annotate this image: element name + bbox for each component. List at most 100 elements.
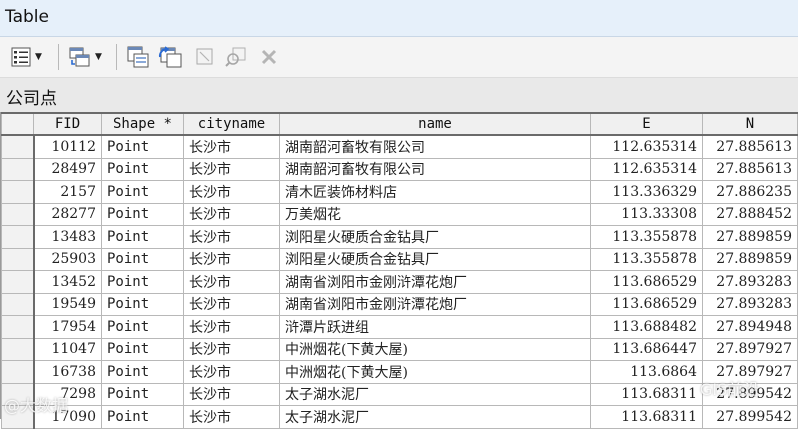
cell-cityname[interactable]: 长沙市 bbox=[183, 134, 280, 159]
cell-e[interactable]: 113.688482 bbox=[590, 315, 703, 339]
cell-shape[interactable]: Point bbox=[101, 134, 184, 159]
cell-e[interactable]: 113.6864 bbox=[590, 360, 703, 384]
cell-e[interactable]: 113.355878 bbox=[590, 225, 703, 249]
cell-n[interactable]: 27.893283 bbox=[702, 270, 798, 294]
table-row[interactable]: 19549 Point 长沙市 湖南省浏阳市金刚浒潭花炮厂 113.686529… bbox=[1, 292, 798, 316]
cell-cityname[interactable]: 长沙市 bbox=[183, 292, 280, 316]
cell-name[interactable]: 中洲烟花(下黄大屋) bbox=[279, 360, 591, 384]
cell-n[interactable]: 27.885613 bbox=[702, 134, 798, 159]
row-selector[interactable] bbox=[1, 202, 35, 226]
column-header-n[interactable]: N bbox=[702, 112, 798, 136]
cell-fid[interactable]: 19549 bbox=[33, 292, 102, 316]
cell-shape[interactable]: Point bbox=[101, 157, 184, 181]
table-options-button[interactable]: ▼ bbox=[10, 43, 42, 71]
select-by-attributes-button[interactable] bbox=[126, 43, 150, 71]
cell-shape[interactable]: Point bbox=[101, 292, 184, 316]
table-row[interactable]: 16738 Point 长沙市 中洲烟花(下黄大屋) 113.6864 27.8… bbox=[1, 360, 798, 384]
table-row[interactable]: 13483 Point 长沙市 浏阳星火硬质合金钻具厂 113.355878 2… bbox=[1, 225, 798, 249]
row-selector[interactable] bbox=[1, 157, 35, 181]
cell-name[interactable]: 太子湖水泥厂 bbox=[279, 382, 591, 406]
column-header-fid[interactable]: FID bbox=[33, 112, 102, 136]
cell-n[interactable]: 27.889859 bbox=[702, 247, 798, 271]
column-header-e[interactable]: E bbox=[590, 112, 703, 136]
cell-e[interactable]: 113.686447 bbox=[590, 337, 703, 361]
cell-shape[interactable]: Point bbox=[101, 225, 184, 249]
cell-n[interactable]: 27.897927 bbox=[702, 337, 798, 361]
table-row[interactable]: 11047 Point 长沙市 中洲烟花(下黄大屋) 113.686447 27… bbox=[1, 337, 798, 361]
table-row[interactable]: 28497 Point 长沙市 湖南韶河畜牧有限公司 112.635314 27… bbox=[1, 157, 798, 181]
cell-n[interactable]: 27.889859 bbox=[702, 225, 798, 249]
cell-name[interactable]: 湖南省浏阳市金刚浒潭花炮厂 bbox=[279, 292, 591, 316]
row-selector[interactable] bbox=[1, 180, 35, 204]
cell-n[interactable]: 27.888452 bbox=[702, 202, 798, 226]
cell-e[interactable]: 113.68311 bbox=[590, 405, 703, 429]
cell-fid[interactable]: 25903 bbox=[33, 247, 102, 271]
table-row[interactable]: 13452 Point 长沙市 湖南省浏阳市金刚浒潭花炮厂 113.686529… bbox=[1, 270, 798, 294]
table-row[interactable]: 17954 Point 长沙市 浒潭片跃进组 113.688482 27.894… bbox=[1, 315, 798, 339]
cell-n[interactable]: 27.885613 bbox=[702, 157, 798, 181]
cell-cityname[interactable]: 长沙市 bbox=[183, 157, 280, 181]
row-selector[interactable] bbox=[1, 247, 35, 271]
cell-cityname[interactable]: 长沙市 bbox=[183, 225, 280, 249]
cell-e[interactable]: 112.635314 bbox=[590, 134, 703, 159]
cell-n[interactable]: 27.886235 bbox=[702, 180, 798, 204]
table-row[interactable]: 28277 Point 长沙市 万美烟花 113.33308 27.888452 bbox=[1, 202, 798, 226]
cell-name[interactable]: 湖南韶河畜牧有限公司 bbox=[279, 134, 591, 159]
cell-cityname[interactable]: 长沙市 bbox=[183, 405, 280, 429]
cell-e[interactable]: 112.635314 bbox=[590, 157, 703, 181]
cell-name[interactable]: 浏阳星火硬质合金钻具厂 bbox=[279, 247, 591, 271]
column-header-name[interactable]: name bbox=[279, 112, 591, 136]
cell-fid[interactable]: 10112 bbox=[33, 134, 102, 159]
cell-shape[interactable]: Point bbox=[101, 270, 184, 294]
row-selector[interactable] bbox=[1, 337, 35, 361]
cell-name[interactable]: 湖南韶河畜牧有限公司 bbox=[279, 157, 591, 181]
cell-fid[interactable]: 28497 bbox=[33, 157, 102, 181]
cell-e[interactable]: 113.686529 bbox=[590, 292, 703, 316]
clear-selection-button[interactable] bbox=[194, 43, 216, 71]
cell-fid[interactable]: 16738 bbox=[33, 360, 102, 384]
cell-cityname[interactable]: 长沙市 bbox=[183, 270, 280, 294]
zoom-to-selected-button[interactable] bbox=[224, 43, 248, 71]
cell-cityname[interactable]: 长沙市 bbox=[183, 337, 280, 361]
cell-name[interactable]: 万美烟花 bbox=[279, 202, 591, 226]
cell-name[interactable]: 湖南省浏阳市金刚浒潭花炮厂 bbox=[279, 270, 591, 294]
cell-n[interactable]: 27.893283 bbox=[702, 292, 798, 316]
cell-n[interactable]: 27.899542 bbox=[702, 405, 798, 429]
cell-e[interactable]: 113.336329 bbox=[590, 180, 703, 204]
cell-shape[interactable]: Point bbox=[101, 247, 184, 271]
row-selector[interactable] bbox=[1, 292, 35, 316]
cell-e[interactable]: 113.33308 bbox=[590, 202, 703, 226]
column-header-cityname[interactable]: cityname bbox=[183, 112, 280, 136]
column-header-shape[interactable]: Shape * bbox=[101, 112, 184, 136]
row-selector[interactable] bbox=[1, 225, 35, 249]
cell-fid[interactable]: 13483 bbox=[33, 225, 102, 249]
cell-e[interactable]: 113.68311 bbox=[590, 382, 703, 406]
cell-cityname[interactable]: 长沙市 bbox=[183, 180, 280, 204]
cell-name[interactable]: 清木匠装饰材料店 bbox=[279, 180, 591, 204]
cell-shape[interactable]: Point bbox=[101, 382, 184, 406]
related-tables-button[interactable]: ▼ bbox=[68, 43, 102, 71]
table-row[interactable]: 10112 Point 长沙市 湖南韶河畜牧有限公司 112.635314 27… bbox=[1, 134, 798, 159]
cell-cityname[interactable]: 长沙市 bbox=[183, 202, 280, 226]
cell-name[interactable]: 太子湖水泥厂 bbox=[279, 405, 591, 429]
cell-shape[interactable]: Point bbox=[101, 180, 184, 204]
row-selector[interactable] bbox=[1, 270, 35, 294]
cell-cityname[interactable]: 长沙市 bbox=[183, 382, 280, 406]
table-row[interactable]: 7298 Point 长沙市 太子湖水泥厂 113.68311 27.89954… bbox=[1, 382, 798, 406]
cell-cityname[interactable]: 长沙市 bbox=[183, 315, 280, 339]
cell-e[interactable]: 113.355878 bbox=[590, 247, 703, 271]
cell-shape[interactable]: Point bbox=[101, 315, 184, 339]
cell-e[interactable]: 113.686529 bbox=[590, 270, 703, 294]
cell-name[interactable]: 浏阳星火硬质合金钻具厂 bbox=[279, 225, 591, 249]
cell-shape[interactable]: Point bbox=[101, 360, 184, 384]
delete-selected-button[interactable] bbox=[258, 43, 280, 71]
cell-shape[interactable]: Point bbox=[101, 337, 184, 361]
cell-n[interactable]: 27.894948 bbox=[702, 315, 798, 339]
row-selector[interactable] bbox=[1, 134, 35, 159]
row-selector[interactable] bbox=[1, 315, 35, 339]
table-row[interactable]: 2157 Point 长沙市 清木匠装饰材料店 113.336329 27.88… bbox=[1, 180, 798, 204]
cell-shape[interactable]: Point bbox=[101, 405, 184, 429]
select-all-header[interactable] bbox=[1, 112, 34, 136]
cell-name[interactable]: 浒潭片跃进组 bbox=[279, 315, 591, 339]
cell-fid[interactable]: 28277 bbox=[33, 202, 102, 226]
